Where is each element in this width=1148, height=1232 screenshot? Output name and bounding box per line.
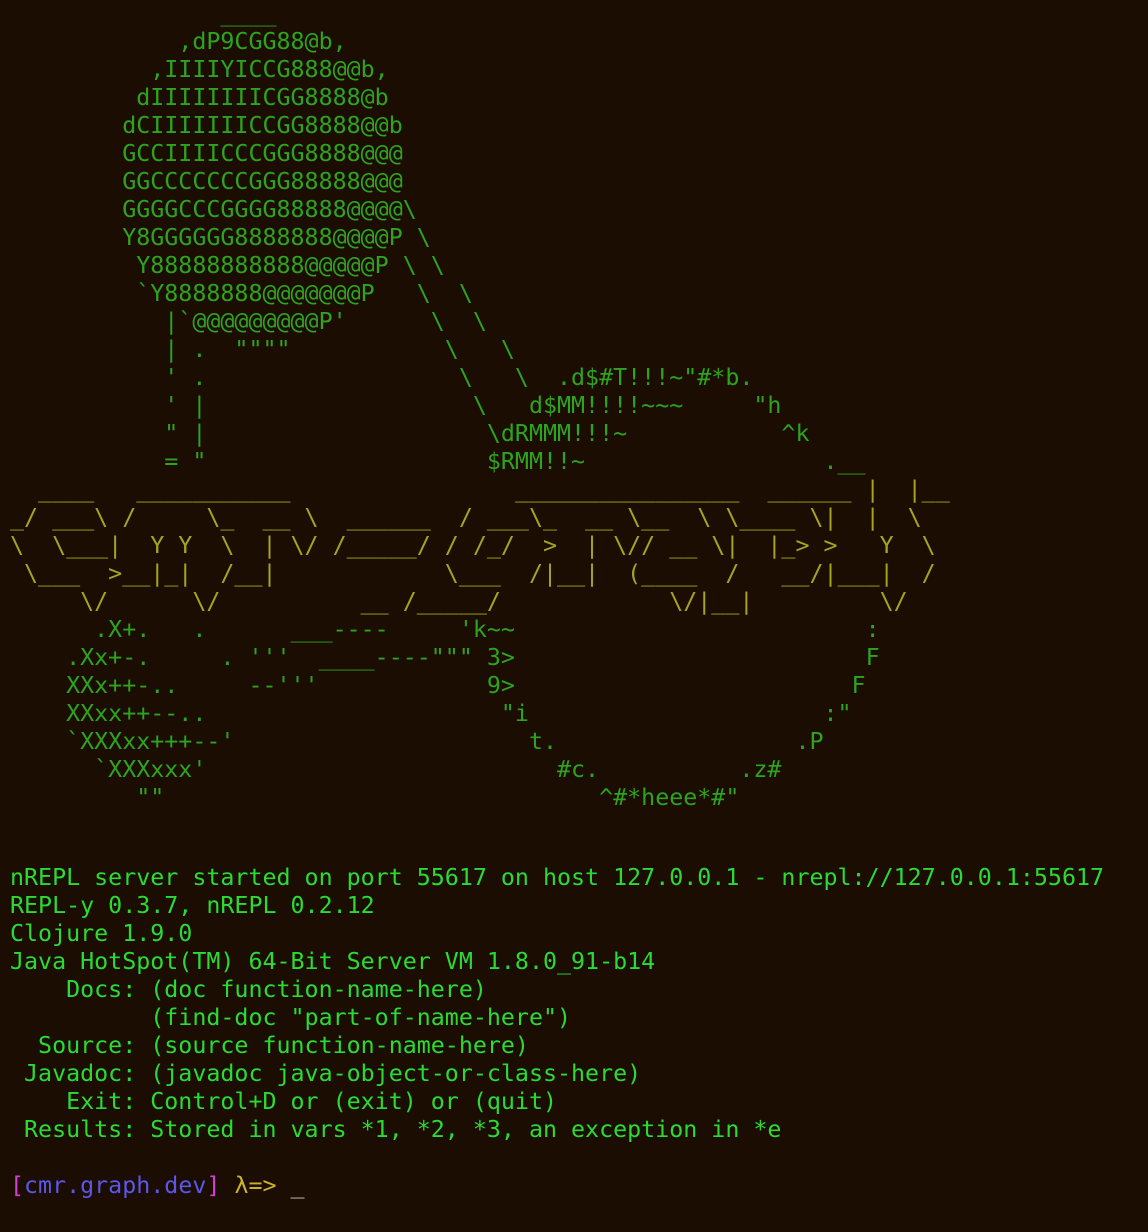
info-line-replly: REPL-y 0.3.7, nREPL 0.2.12 [10, 892, 375, 919]
terminal-window[interactable]: ____ ,dP9CGG88@b, ,IIIIYICCG888@@b, dIII… [0, 0, 1148, 1232]
info-line-docs: Docs: (doc function-name-here) [10, 976, 487, 1003]
info-line-results: Results: Stored in vars *1, *2, *3, an e… [10, 1116, 782, 1143]
repl-info: nREPL server started on port 55617 on ho… [10, 864, 1104, 1144]
prompt-namespace: cmr.graph.dev [24, 1172, 207, 1199]
info-line-clojure: Clojure 1.9.0 [10, 920, 193, 947]
banner-art-top: ____ ,dP9CGG88@b, ,IIIIYICCG888@@b, dIII… [122, 0, 866, 475]
ascii-banner: ____ ,dP9CGG88@b, ,IIIIYICCG888@@b, dIII… [10, 0, 950, 812]
prompt-close-bracket: ] [206, 1172, 221, 1199]
info-line-exit: Exit: Control+D or (exit) or (quit) [10, 1088, 558, 1115]
banner-art-bottom: .X+. . ___---- 'k~~ : .Xx+-. . ''' ____-… [66, 616, 880, 811]
text-cursor[interactable]: _ [291, 1172, 305, 1199]
info-line-javadoc: Javadoc: (javadoc java-object-or-class-h… [10, 1060, 642, 1087]
info-line-nrepl: nREPL server started on port 55617 on ho… [10, 864, 1105, 891]
info-line-source: Source: (source function-name-here) [10, 1032, 529, 1059]
banner-art-logo: ____ ___________ ________________ ______… [10, 476, 950, 615]
prompt-open-bracket: [ [10, 1172, 25, 1199]
info-line-find-doc: (find-doc "part-of-name-here") [10, 1004, 572, 1031]
prompt-lambda-symbol: λ=> [234, 1172, 277, 1199]
info-line-java: Java HotSpot(TM) 64-Bit Server VM 1.8.0_… [10, 948, 656, 975]
repl-prompt[interactable]: [cmr.graph.dev] λ=> _ [10, 1172, 305, 1200]
